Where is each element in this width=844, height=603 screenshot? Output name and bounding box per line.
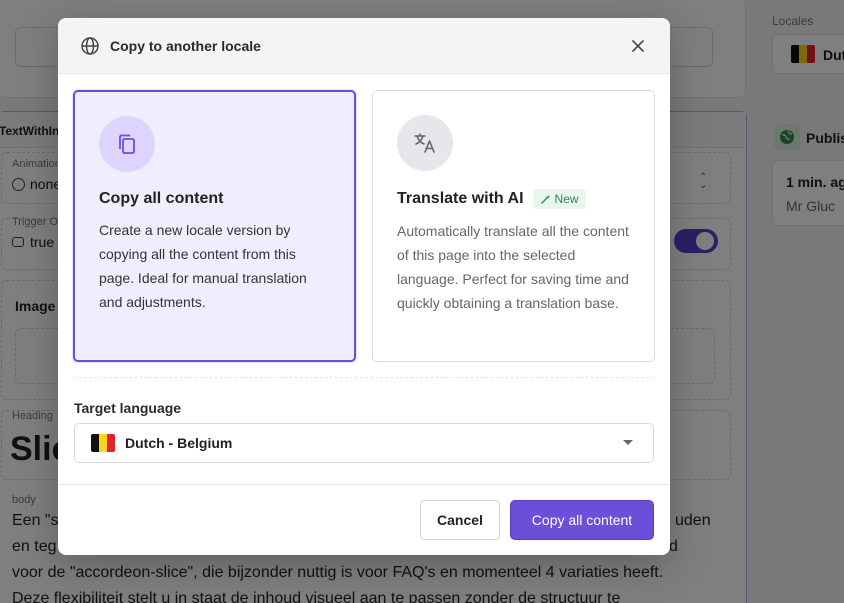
close-button[interactable]: [628, 36, 648, 56]
chevron-down-icon: [623, 440, 633, 445]
magic-wand-icon: [540, 194, 550, 204]
option-description: Create a new locale version by copying a…: [99, 222, 307, 310]
target-language-select[interactable]: Dutch - Belgium: [74, 423, 654, 463]
modal-header: Copy to another locale: [58, 18, 670, 74]
badge-label: New: [554, 192, 579, 206]
option-copy-all-content[interactable]: Copy all content Create a new locale ver…: [73, 90, 356, 362]
option-translate-with-ai[interactable]: Translate with AI New Automatically tran…: [372, 90, 655, 362]
option-description: Automatically translate all the content …: [397, 223, 629, 311]
copy-all-content-button[interactable]: Copy all content: [510, 500, 654, 540]
section-divider: [74, 377, 654, 378]
copy-icon: [99, 116, 155, 172]
modal-footer: Cancel Copy all content: [58, 484, 670, 555]
option-title-row: Translate with AI New: [397, 189, 630, 209]
modal-title: Copy to another locale: [110, 37, 261, 54]
new-badge: New: [532, 189, 586, 209]
cancel-button[interactable]: Cancel: [420, 500, 500, 540]
copy-locale-modal: Copy to another locale Copy all content …: [58, 18, 670, 555]
translate-icon: [397, 115, 453, 171]
target-language-value: Dutch - Belgium: [125, 435, 233, 451]
target-language-label: Target language: [74, 400, 182, 416]
close-icon: [632, 40, 644, 52]
option-title: Translate with AI: [397, 190, 524, 207]
globe-icon: [81, 36, 99, 55]
belgium-flag-icon: [91, 434, 115, 452]
option-title: Copy all content: [99, 190, 224, 207]
